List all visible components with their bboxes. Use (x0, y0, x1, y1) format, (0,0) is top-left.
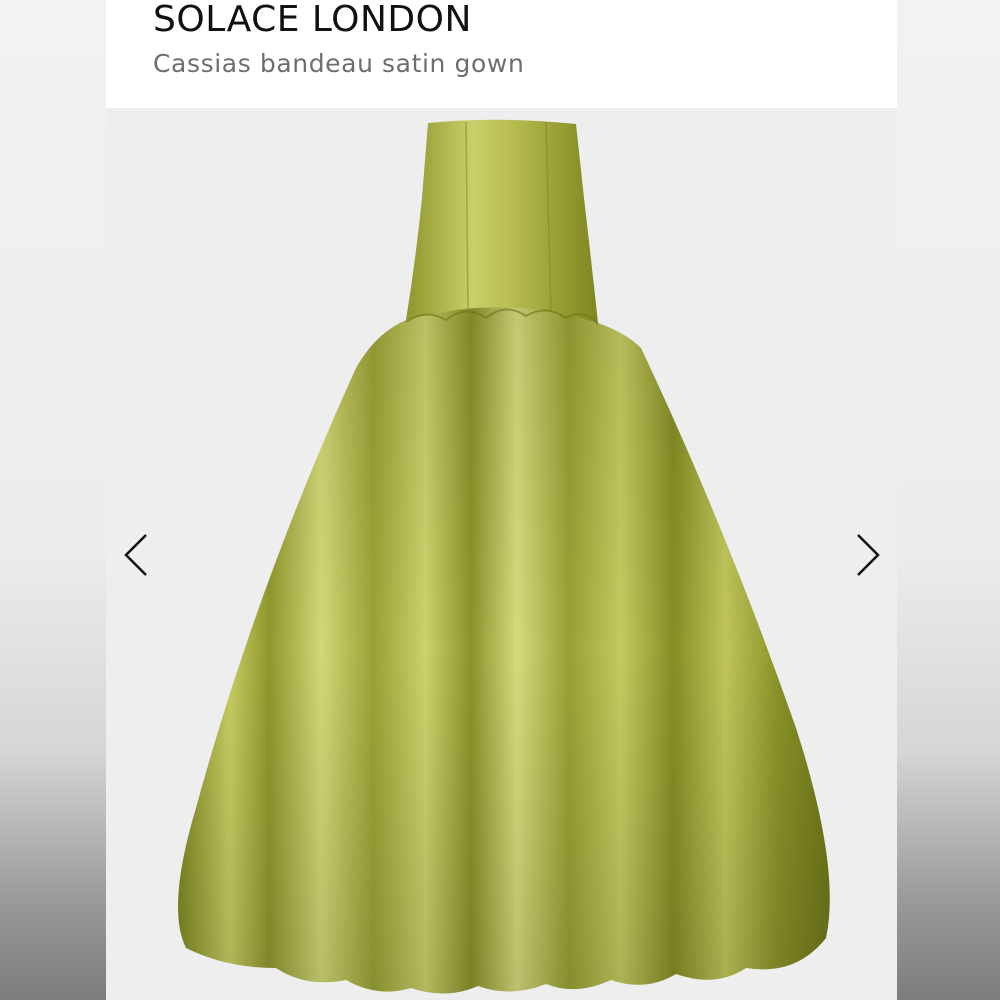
left-blur-panel (0, 0, 106, 1000)
brand-name: SOLACE LONDON (153, 0, 472, 40)
chevron-left-icon (124, 534, 147, 576)
product-name: Cassias bandeau satin gown (153, 49, 525, 78)
product-image-gallery[interactable] (106, 108, 897, 1000)
previous-image-button[interactable] (116, 525, 156, 585)
next-image-button[interactable] (848, 525, 888, 585)
product-header: SOLACE LONDON Cassias bandeau satin gown (106, 0, 897, 108)
gown-image (178, 119, 830, 994)
chevron-right-icon (857, 534, 880, 576)
product-card: SOLACE LONDON Cassias bandeau satin gown (106, 0, 897, 1000)
right-blur-panel (897, 0, 1000, 1000)
